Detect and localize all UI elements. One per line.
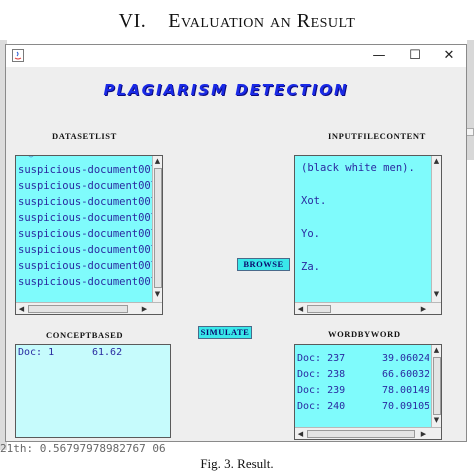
list-item[interactable]: suspicious-document007 bbox=[18, 242, 152, 258]
scroll-down-icon[interactable]: ▼ bbox=[432, 416, 441, 425]
word-by-word-label: WordByWord bbox=[328, 329, 401, 339]
file-line: (black white men). bbox=[301, 162, 415, 174]
file-line: Xot. bbox=[301, 195, 327, 207]
file-line: Za. bbox=[301, 261, 320, 273]
file-line: Yo. bbox=[301, 228, 320, 240]
scroll-thumb[interactable] bbox=[307, 430, 415, 438]
list-item[interactable]: suspicious-document007 bbox=[18, 194, 152, 210]
result-value: 66.60032 bbox=[382, 369, 429, 380]
input-file-textarea[interactable]: (black white men). Xot. Yo. Za. bbox=[301, 162, 427, 300]
result-doc: Doc: 240 bbox=[297, 401, 346, 412]
dataset-vertical-scrollbar[interactable]: ▲ ▼ bbox=[152, 156, 162, 302]
result-value: 78.00149 bbox=[382, 385, 429, 396]
app-title: PLAGIARISM DETECTION bbox=[103, 81, 349, 99]
scroll-down-icon[interactable]: ▼ bbox=[153, 290, 162, 299]
word-by-word-panel: Doc: 237 39.06024 Doc: 238 66.60032 Doc:… bbox=[294, 344, 442, 440]
result-doc: Doc: 238 bbox=[297, 369, 346, 380]
scroll-right-icon[interactable]: ▶ bbox=[419, 305, 428, 314]
results-vertical-scrollbar[interactable]: ▲ ▼ bbox=[431, 345, 441, 427]
list-item[interactable]: suspicious-document007 bbox=[18, 178, 152, 194]
list-item[interactable]: suspicious-document007 bbox=[18, 162, 152, 178]
scroll-thumb[interactable] bbox=[307, 305, 331, 313]
scroll-up-icon[interactable]: ▲ bbox=[432, 157, 441, 166]
background-console-text: 21th: 0.56797978982767 06 bbox=[0, 442, 166, 455]
section-title: Evaluation an Result bbox=[168, 10, 356, 32]
browse-button[interactable]: Browse bbox=[237, 258, 290, 271]
section-heading: VI. Evaluation an Result bbox=[0, 10, 474, 33]
word-by-word-results[interactable]: Doc: 237 39.06024 Doc: 238 66.60032 Doc:… bbox=[297, 347, 429, 427]
minimize-button[interactable]: — bbox=[362, 45, 396, 67]
java-icon bbox=[12, 49, 24, 62]
scroll-thumb[interactable] bbox=[154, 168, 162, 288]
list-item[interactable]: suspicious-document007 bbox=[18, 258, 152, 274]
list-item[interactable]: suspicious-document007 bbox=[18, 226, 152, 242]
input-vertical-scrollbar[interactable]: ▲ ▼ bbox=[431, 156, 441, 302]
title-bar: — ☐ ✕ bbox=[6, 45, 466, 67]
concept-based-label: ConceptBased bbox=[46, 330, 124, 340]
result-doc: Doc: 1 bbox=[18, 347, 55, 358]
scroll-up-icon[interactable]: ▲ bbox=[432, 346, 441, 355]
maximize-button[interactable]: ☐ bbox=[398, 45, 432, 67]
dataset-horizontal-scrollbar[interactable]: ◀ ▶ bbox=[16, 302, 162, 314]
figure-caption: Fig. 3. Result. bbox=[200, 456, 274, 471]
scroll-left-icon[interactable]: ◀ bbox=[296, 430, 305, 439]
result-value: 61.62 bbox=[92, 347, 123, 358]
concept-based-panel[interactable]: Doc: 1 61.62 bbox=[15, 344, 171, 438]
scroll-left-icon[interactable]: ◀ bbox=[296, 305, 305, 314]
scroll-right-icon[interactable]: ▶ bbox=[419, 430, 428, 439]
window-content: PLAGIARISM DETECTION DataSetList * suspi… bbox=[6, 67, 466, 441]
scroll-left-icon[interactable]: ◀ bbox=[17, 305, 26, 314]
list-item[interactable]: suspicious-document007 bbox=[18, 210, 152, 226]
simulate-button[interactable]: Simulate bbox=[198, 326, 252, 339]
result-value: 70.09105 bbox=[382, 401, 429, 412]
app-window: — ☐ ✕ PLAGIARISM DETECTION DataSetList *… bbox=[5, 44, 467, 442]
scroll-thumb[interactable] bbox=[28, 305, 128, 313]
list-item[interactable]: suspicious-document007 bbox=[18, 274, 152, 290]
scroll-up-icon[interactable]: ▲ bbox=[153, 157, 162, 166]
scroll-down-icon[interactable]: ▼ bbox=[432, 290, 441, 299]
dataset-list[interactable]: suspicious-document007 suspicious-docume… bbox=[18, 162, 152, 300]
input-horizontal-scrollbar[interactable]: ◀ ▶ bbox=[295, 302, 441, 314]
scroll-right-icon[interactable]: ▶ bbox=[140, 305, 149, 314]
section-number: VI. bbox=[118, 10, 147, 32]
close-button[interactable]: ✕ bbox=[432, 45, 466, 67]
result-doc: Doc: 239 bbox=[297, 385, 346, 396]
dataset-list-panel: * suspicious-document007 suspicious-docu… bbox=[15, 155, 163, 315]
background-window-edge bbox=[467, 40, 474, 160]
scroll-thumb[interactable] bbox=[433, 357, 441, 415]
results-horizontal-scrollbar[interactable]: ◀ ▶ bbox=[295, 427, 441, 439]
dataset-list-label: DataSetList bbox=[52, 131, 117, 141]
input-file-panel: (black white men). Xot. Yo. Za. ▲ ▼ ◀ ▶ bbox=[294, 155, 442, 315]
result-value: 39.06024 bbox=[382, 353, 429, 364]
input-file-label: InputFileContent bbox=[328, 131, 426, 141]
result-doc: Doc: 237 bbox=[297, 353, 346, 364]
